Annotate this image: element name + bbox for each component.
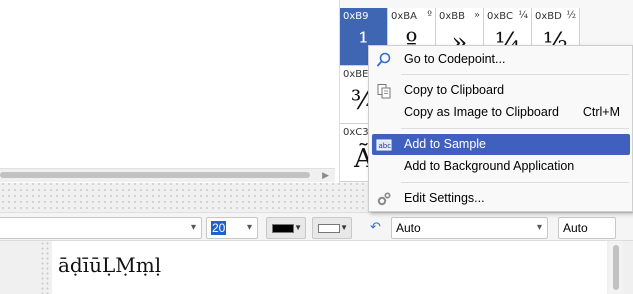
menu-item-copy-as-image[interactable]: Copy as Image to Clipboard Ctrl+M	[372, 102, 630, 123]
char-symbol: »	[473, 10, 480, 21]
menu-separator	[401, 182, 629, 183]
sample-toolbar: ▾ 20 ▾ ▼ ▼ ↶ Auto ▾ Auto	[0, 213, 633, 241]
background-color-swatch	[318, 224, 340, 233]
preview-gripper[interactable]	[40, 241, 50, 294]
context-menu: Go to Codepoint... Copy to Clipboard Cop…	[368, 45, 633, 212]
horizontal-scrollbar[interactable]: ▶	[0, 168, 335, 182]
scrollbar-thumb[interactable]	[0, 172, 310, 178]
sample-preview: āḍīūḶṂṃḷ	[0, 241, 633, 294]
auto-field[interactable]: Auto	[558, 217, 616, 239]
menu-item-go-to-codepoint[interactable]: Go to Codepoint...	[372, 49, 630, 70]
chevron-down-icon[interactable]: ▾	[191, 222, 196, 233]
char-code: 0xB9	[343, 11, 369, 22]
char-code: 0xBE	[343, 69, 369, 80]
menu-item-edit-settings[interactable]: Edit Settings...	[372, 188, 630, 209]
font-family-combo[interactable]: ▾	[0, 217, 202, 239]
chevron-down-icon[interactable]: ▾	[247, 222, 252, 233]
menu-item-shortcut: Ctrl+M	[582, 105, 620, 119]
copy-icon	[376, 83, 392, 99]
char-code: 0xBD	[535, 11, 562, 22]
text-direction-value: Auto	[396, 221, 421, 235]
char-symbol: ¼	[518, 10, 528, 21]
font-size-combo[interactable]: 20 ▾	[206, 217, 258, 239]
menu-item-add-to-background[interactable]: Add to Background Application	[372, 156, 630, 177]
font-size-value[interactable]: 20	[211, 221, 227, 235]
menu-item-label: Copy as Image to Clipboard	[404, 105, 559, 119]
menu-item-copy-to-clipboard[interactable]: Copy to Clipboard	[372, 80, 630, 101]
menu-separator	[401, 74, 629, 75]
menu-item-label: Go to Codepoint...	[404, 52, 506, 66]
scroll-right-arrow-icon[interactable]: ▶	[322, 170, 329, 181]
menu-item-add-to-sample[interactable]: abc Add to Sample	[372, 134, 630, 155]
glyph-list-panel: ▶	[0, 0, 340, 183]
menu-separator	[401, 128, 629, 129]
chevron-down-icon[interactable]: ▾	[537, 222, 542, 233]
dropdown-caret-icon: ▼	[294, 223, 302, 232]
char-code: 0xC3	[343, 127, 369, 138]
dropdown-caret-icon: ▼	[340, 223, 348, 232]
menu-item-label: Edit Settings...	[404, 191, 485, 205]
text-direction-combo[interactable]: Auto ▾	[391, 217, 548, 239]
foreground-color-button[interactable]: ▼	[266, 217, 306, 239]
menu-item-label: Add to Background Application	[404, 159, 575, 173]
char-symbol: ½	[566, 10, 576, 21]
search-icon	[376, 52, 392, 68]
foreground-color-swatch	[272, 224, 294, 233]
menu-item-label: Copy to Clipboard	[404, 83, 505, 97]
char-code: 0xBC	[487, 11, 513, 22]
sample-text-icon: abc	[376, 137, 392, 153]
char-code: 0xBB	[439, 11, 466, 22]
char-symbol: º	[427, 10, 432, 21]
menu-item-label: Add to Sample	[404, 137, 486, 151]
preview-area[interactable]: āḍīūḶṂṃḷ	[52, 241, 607, 294]
vertical-scrollbar[interactable]	[609, 241, 623, 294]
gear-icon	[376, 191, 392, 207]
char-code: 0xBA	[391, 11, 417, 22]
preview-text: āḍīūḶṂṃḷ	[58, 253, 162, 277]
scrollbar-thumb[interactable]	[613, 245, 619, 290]
svg-text:abc: abc	[379, 142, 392, 150]
background-color-button[interactable]: ▼	[312, 217, 352, 239]
swap-arrow-icon[interactable]: ↶	[370, 219, 381, 235]
auto-field-value: Auto	[563, 221, 588, 235]
